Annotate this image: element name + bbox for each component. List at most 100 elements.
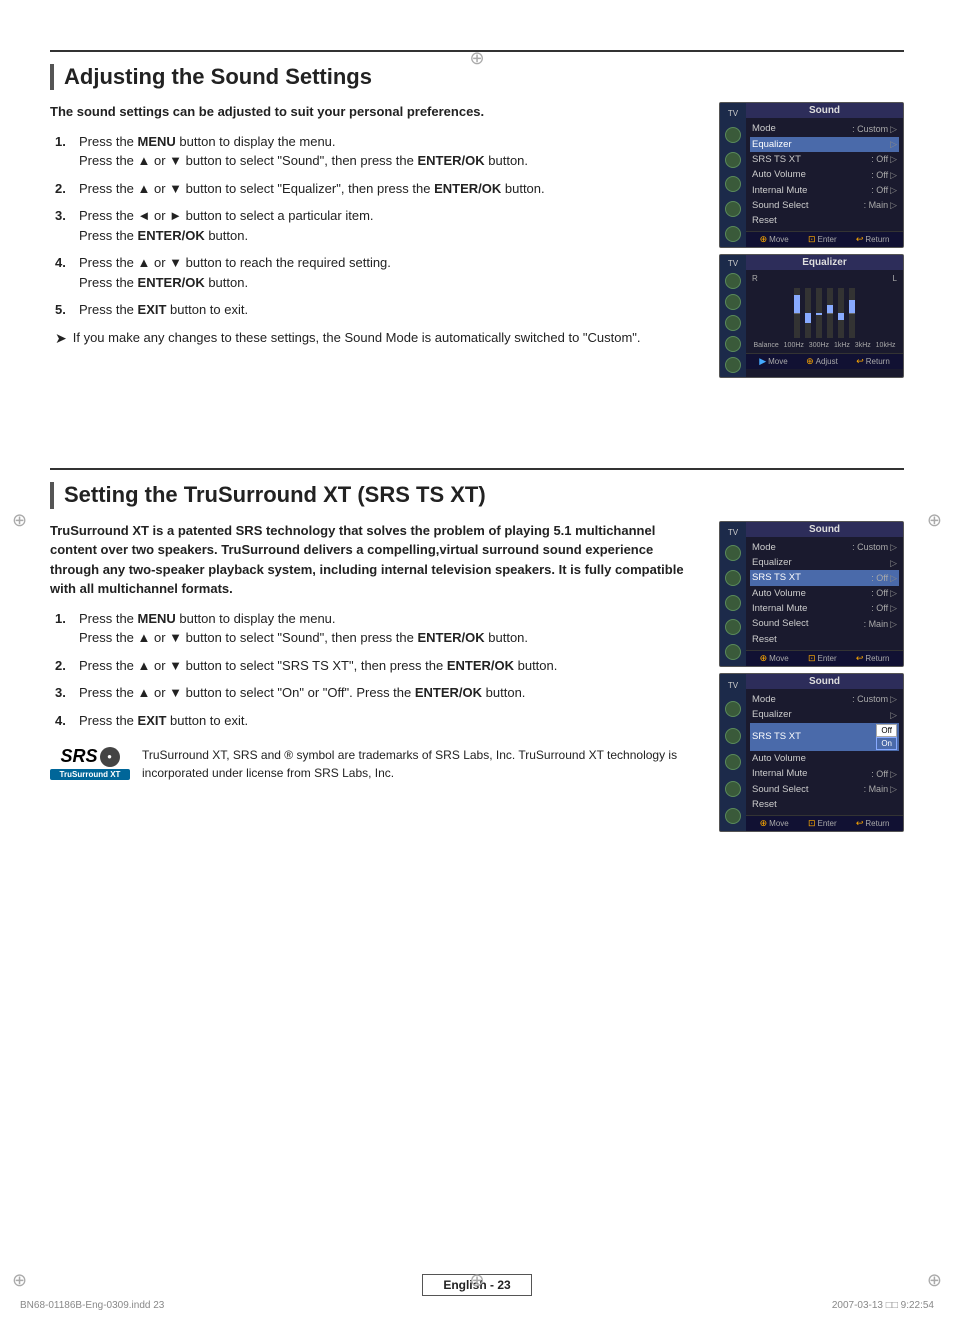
panel1-row-select: Sound Select : Main ▷ [750,198,899,213]
section1-content: The sound settings can be adjusted to su… [50,102,904,378]
bottom-right-crosshair: ⊕ [927,1270,942,1291]
p4-row-eq: Equalizer ▷ [750,707,899,722]
bottom-left-crosshair: ⊕ [12,1270,27,1291]
dropdown-off: Off [876,724,897,737]
eq-bar-track-300hz [816,288,822,338]
p3-row-reset: Reset [750,632,899,647]
srs-logo: SRS ● TruSurround XT [50,746,130,780]
srs-badge: TruSurround XT [50,769,130,780]
panel1-row-auto: Auto Volume : Off ▷ [750,167,899,182]
eq-tv-label: TV [728,259,738,268]
section2-steps: 1. Press the MENU button to display the … [55,609,699,731]
section1-intro: The sound settings can be adjusted to su… [50,102,699,122]
panel1-icon-3 [725,176,741,192]
panel1-icon-4 [725,201,741,217]
step-2-3: 3. Press the ▲ or ▼ button to select "On… [55,683,699,703]
section2-divider [50,468,904,470]
panel1-header: Sound [746,103,903,118]
srs-letters: SRS [60,746,97,767]
section2-content: TruSurround XT is a patented SRS technol… [50,521,904,832]
panel1-icon-2 [725,152,741,168]
srs-box: SRS ● TruSurround XT TruSurround XT, SRS… [50,746,699,782]
eq-icon-5 [725,357,741,373]
srs-circle-icon: ● [100,747,120,767]
dropdown-on: On [876,737,897,750]
srs-text-row: SRS ● [60,746,119,767]
p3-row-select: Sound Select : Main ▷ [750,616,899,631]
section1-panels: TV Sound Mode : Custom ▷ [719,102,904,378]
p3-row-mute: Internal Mute : Off ▷ [750,601,899,616]
panel1-row-equalizer: Equalizer ▷ [750,137,899,152]
eq-freq-labels: Balance 100Hz 300Hz 1kHz 3kHz 10kHz [752,342,897,349]
p3-row-eq: Equalizer ▷ [750,555,899,570]
p4-row-auto: Auto Volume [750,751,899,766]
eq-icon-2 [725,294,741,310]
panel3-icons: TV [720,522,746,666]
section2-intro: TruSurround XT is a patented SRS technol… [50,521,699,599]
spacer-1 [0,388,954,418]
p3-row-mode: Mode : Custom ▷ [750,540,899,555]
section1-note: ➤ If you make any changes to these setti… [55,328,699,349]
footer-file-info: BN68-01186B-Eng-0309.indd 23 2007-03-13 … [0,1300,954,1311]
panel1-icons: TV [720,103,746,247]
p4-row-srs: SRS TS XT Off On [750,723,899,751]
panel4-icons: TV [720,674,746,831]
p4-row-mute: Internal Mute : Off ▷ [750,766,899,781]
p3-row-srs: SRS TS XT : Off ▷ [750,570,899,585]
eq-bar-track-3khz [838,288,844,338]
step-1-1: 1. Press the MENU button to display the … [55,132,699,171]
section1-steps: 1. Press the MENU button to display the … [55,132,699,349]
panel3-content: Sound Mode : Custom ▷ Equalizer ▷ [746,522,903,666]
panel4-menu: Mode : Custom ▷ Equalizer ▷ SRS TS XT [746,689,903,815]
step-1-4: 4. Press the ▲ or ▼ button to reach the … [55,253,699,292]
footer-file-left: BN68-01186B-Eng-0309.indd 23 [20,1300,164,1311]
sound-panel-4: TV Sound Mode : Custom ▷ [719,673,904,832]
panel4-header: Sound [746,674,903,689]
panel1-menu: Mode : Custom ▷ Equalizer ▷ SRS TS XT : … [746,118,903,231]
panel1-row-mute: Internal Mute : Off ▷ [750,183,899,198]
step-2-4: 4. Press the EXIT button to exit. [55,711,699,731]
panel1-icon-5 [725,226,741,242]
eq-bar-track-balance [794,288,800,338]
section2-panels: TV Sound Mode : Custom ▷ [719,521,904,832]
eq-bar-track-10khz [849,288,855,338]
step-1-2: 2. Press the ▲ or ▼ button to select "Eq… [55,179,699,199]
eq-bar-track-100hz [805,288,811,338]
eq-rl-labels: R L [752,274,897,283]
eq-icon-1 [725,273,741,289]
panel1-row-mode: Mode : Custom ▷ [750,121,899,136]
panel1-row-reset: Reset [750,213,899,228]
eq-bar-1khz [827,285,833,340]
panel4-footer: ⊕ Move ⊡Enter ↩ Return [746,815,903,831]
panel3-menu: Mode : Custom ▷ Equalizer ▷ SRS TS XT : … [746,537,903,650]
step-2-1: 1. Press the MENU button to display the … [55,609,699,648]
eq-header: Equalizer [746,255,903,270]
eq-bar-10khz [849,285,855,340]
right-crosshair: ⊕ [927,510,942,531]
section-2: Setting the TruSurround XT (SRS TS XT) T… [0,448,954,842]
section2-title: Setting the TruSurround XT (SRS TS XT) [50,482,904,508]
sound-panel-1: TV Sound Mode : Custom ▷ [719,102,904,248]
p4-row-mode: Mode : Custom ▷ [750,692,899,707]
p3-row-auto: Auto Volume : Off ▷ [750,586,899,601]
panel1-tv-label: TV [728,109,738,118]
sound-panel-3: TV Sound Mode : Custom ▷ [719,521,904,667]
panel3-header: Sound [746,522,903,537]
eq-icons: TV [720,255,746,377]
p4-row-select: Sound Select : Main ▷ [750,782,899,797]
eq-main: R L [746,270,903,353]
eq-bar-balance [794,285,800,340]
eq-icon-4 [725,336,741,352]
panel1-row-srs: SRS TS XT : Off ▷ [750,152,899,167]
left-crosshair: ⊕ [12,510,27,531]
bottom-crosshair: ⊕ [469,1270,484,1291]
eq-bars [752,285,897,340]
eq-bar-track-1khz [827,288,833,338]
srs-dropdown: Off On [876,724,897,750]
panel1-content: Sound Mode : Custom ▷ Equalizer ▷ [746,103,903,247]
top-crosshair: ⊕ [469,48,484,69]
section2-text-col: TruSurround XT is a patented SRS technol… [50,521,699,783]
panel1-icon-1 [725,127,741,143]
eq-bar-3khz [838,285,844,340]
section-1: Adjusting the Sound Settings The sound s… [0,30,954,388]
